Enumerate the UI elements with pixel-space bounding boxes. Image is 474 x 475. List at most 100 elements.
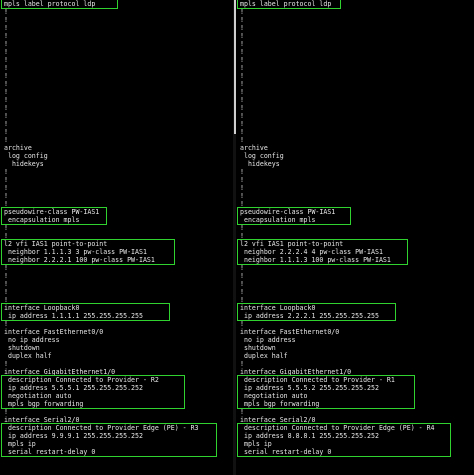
- config-line: !: [4, 224, 8, 232]
- config-line: !: [240, 176, 244, 184]
- config-line: !: [4, 408, 8, 416]
- config-line: log config: [4, 152, 48, 160]
- config-line: !: [4, 24, 8, 32]
- config-line: !: [240, 288, 244, 296]
- left-config-pane[interactable]: mpls label protocol ldp!!!!!!!!!!!!!!!!!…: [0, 0, 233, 475]
- config-line: mpls label protocol ldp: [4, 0, 96, 8]
- config-line: neighbor 2.2.2.1 100 pw-class PW-IAS1: [4, 256, 155, 264]
- config-line: !: [240, 408, 244, 416]
- config-line: no ip address: [240, 336, 296, 344]
- config-line: description Connected to Provider - R2: [4, 376, 159, 384]
- config-line: !: [4, 104, 8, 112]
- config-line: !: [240, 24, 244, 32]
- config-line: !: [240, 136, 244, 144]
- config-line: hidekeys: [240, 160, 280, 168]
- config-line: serial restart-delay 0: [240, 448, 332, 456]
- config-line: neighbor 2.2.2.4 4 pw-class PW-IAS1: [240, 248, 383, 256]
- config-line: !: [4, 56, 8, 64]
- config-line: neighbor 1.1.1.3 100 pw-class PW-IAS1: [240, 256, 391, 264]
- config-line: !: [4, 128, 8, 136]
- config-line: !: [240, 40, 244, 48]
- config-line: mpls bgp forwarding: [4, 400, 84, 408]
- config-line: mpls ip: [4, 440, 36, 448]
- config-line: negotiation auto: [240, 392, 308, 400]
- config-line: !: [4, 264, 8, 272]
- config-line: !: [4, 272, 8, 280]
- config-line: encapsulation mpls: [240, 216, 316, 224]
- config-line: duplex half: [240, 352, 288, 360]
- config-line: shutdown: [240, 344, 276, 352]
- config-line: description Connected to Provider - R1: [240, 376, 395, 384]
- config-line: log config: [240, 152, 284, 160]
- config-line: archive: [4, 144, 32, 152]
- config-line: interface Loopback0: [4, 304, 80, 312]
- config-line: !: [240, 48, 244, 56]
- config-line: !: [4, 184, 8, 192]
- config-line: !: [240, 184, 244, 192]
- right-config-pane[interactable]: mpls label protocol ldp!!!!!!!!!!!!!!!!!…: [236, 0, 474, 475]
- config-line: !: [240, 16, 244, 24]
- config-line: ip address 5.5.5.2 255.255.255.252: [240, 384, 379, 392]
- config-line: interface Serial2/0: [240, 416, 316, 424]
- config-line: !: [240, 72, 244, 80]
- config-line: !: [4, 360, 8, 368]
- config-line: !: [4, 120, 8, 128]
- config-line: !: [4, 136, 8, 144]
- config-line: ip address 9.9.9.1 255.255.255.252: [4, 432, 143, 440]
- config-line: !: [4, 112, 8, 120]
- config-line: !: [240, 224, 244, 232]
- config-line: !: [4, 296, 8, 304]
- config-line: !: [4, 176, 8, 184]
- config-line: interface Serial2/0: [4, 416, 80, 424]
- config-line: pseudowire-class PW-IAS1: [240, 208, 336, 216]
- config-line: !: [240, 360, 244, 368]
- config-line: interface FastEthernet0/0: [240, 328, 340, 336]
- config-line: encapsulation mpls: [4, 216, 80, 224]
- config-line: interface GigabitEthernet1/0: [240, 368, 352, 376]
- config-line: !: [4, 32, 8, 40]
- config-line: interface FastEthernet0/0: [4, 328, 104, 336]
- config-line: negotiation auto: [4, 392, 72, 400]
- config-line: pseudowire-class PW-IAS1: [4, 208, 100, 216]
- config-line: !: [240, 280, 244, 288]
- config-line: !: [240, 88, 244, 96]
- config-line: mpls ip: [240, 440, 272, 448]
- config-line: !: [240, 200, 244, 208]
- config-line: !: [240, 8, 244, 16]
- config-line: !: [240, 112, 244, 120]
- config-line: ip address 8.8.8.1 255.255.255.252: [240, 432, 379, 440]
- config-line: !: [4, 80, 8, 88]
- config-line: !: [4, 8, 8, 16]
- config-line: l2 vfi IAS1 point-to-point: [4, 240, 108, 248]
- config-line: no ip address: [4, 336, 60, 344]
- config-line: description Connected to Provider Edge (…: [240, 424, 435, 432]
- config-line: !: [240, 296, 244, 304]
- config-line: !: [4, 64, 8, 72]
- config-line: interface Loopback0: [240, 304, 316, 312]
- config-line: !: [240, 120, 244, 128]
- config-line: !: [4, 88, 8, 96]
- config-line: !: [4, 200, 8, 208]
- config-line: !: [240, 56, 244, 64]
- config-line: !: [4, 288, 8, 296]
- config-line: !: [240, 272, 244, 280]
- config-line: !: [4, 16, 8, 24]
- config-line: archive: [240, 144, 268, 152]
- config-line: mpls label protocol ldp: [240, 0, 332, 8]
- config-line: neighbor 1.1.1.3 3 pw-class PW-IAS1: [4, 248, 147, 256]
- config-line: !: [4, 232, 8, 240]
- config-line: !: [4, 280, 8, 288]
- config-line: !: [240, 96, 244, 104]
- config-line: ip address 2.2.2.1 255.255.255.255: [240, 312, 379, 320]
- config-line: !: [240, 128, 244, 136]
- config-line: !: [4, 192, 8, 200]
- config-line: ip address 5.5.5.1 255.255.255.252: [4, 384, 143, 392]
- config-line: !: [240, 320, 244, 328]
- config-line: !: [240, 168, 244, 176]
- config-line: !: [240, 64, 244, 72]
- config-line: serial restart-delay 0: [4, 448, 96, 456]
- config-line: l2 vfi IAS1 point-to-point: [240, 240, 344, 248]
- config-line: !: [4, 48, 8, 56]
- config-line: !: [240, 32, 244, 40]
- config-line: !: [240, 80, 244, 88]
